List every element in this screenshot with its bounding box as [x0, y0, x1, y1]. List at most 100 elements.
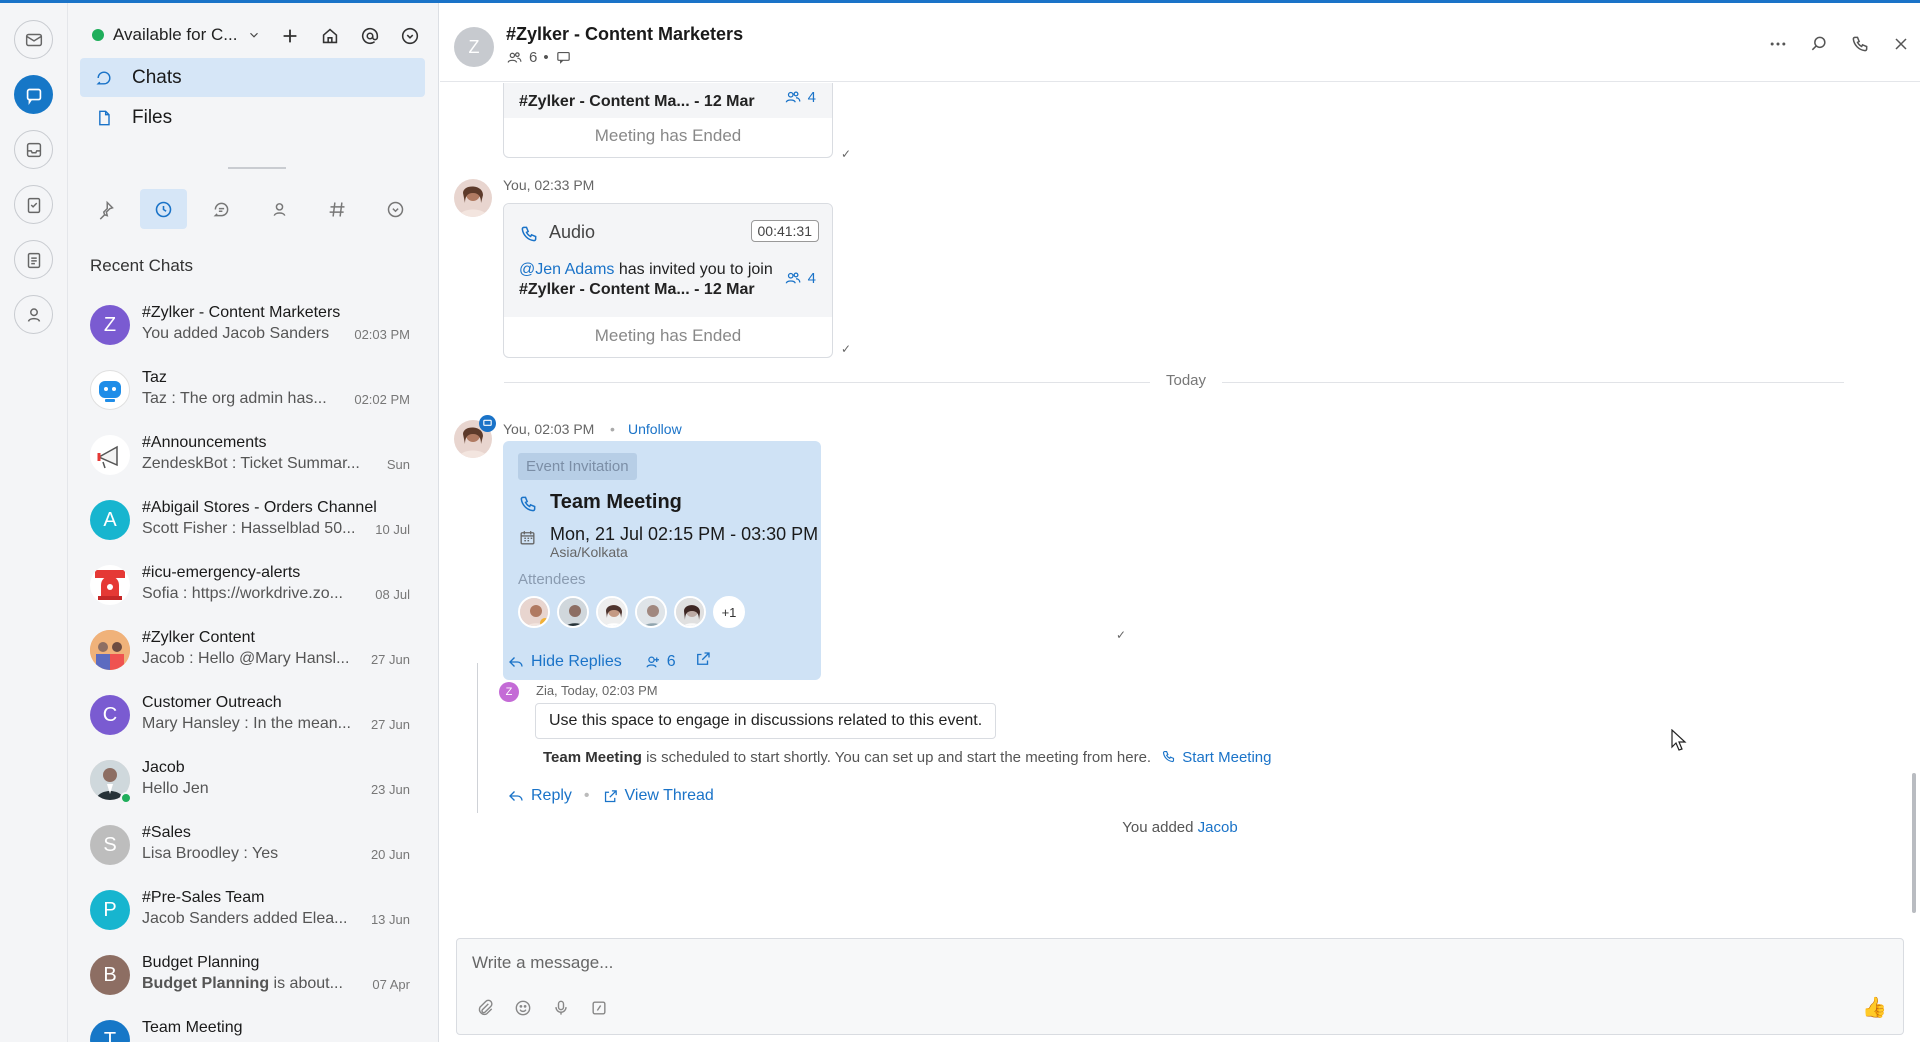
notes-icon[interactable]	[14, 240, 53, 279]
plus-icon[interactable]	[277, 23, 303, 49]
channel-avatar: Z	[454, 27, 494, 67]
formatting-icon[interactable]	[589, 998, 609, 1023]
thread-participants[interactable]: 6	[644, 653, 676, 671]
online-presence-dot	[120, 792, 132, 804]
nav-files[interactable]: Files	[80, 98, 425, 137]
recent-clock-icon[interactable]	[140, 189, 187, 229]
invite-text: has invited you to join	[614, 261, 773, 278]
reply-label: Reply	[531, 787, 572, 804]
chat-item[interactable]: #icu-emergency-alerts Sofia : https://wo…	[68, 553, 438, 618]
view-thread-label: View Thread	[624, 787, 714, 804]
open-external-icon[interactable]	[694, 650, 712, 673]
conversations-icon[interactable]	[198, 189, 245, 229]
attendee-avatar[interactable]	[518, 596, 550, 628]
message-input[interactable]: Write a message...	[472, 953, 613, 973]
threads-icon[interactable]	[555, 49, 572, 66]
microphone-icon[interactable]	[551, 998, 571, 1023]
chat-preview: You added Jacob Sanders	[142, 325, 330, 342]
close-icon[interactable]	[1890, 33, 1912, 55]
chat-time: 13 Jun	[370, 912, 410, 927]
chat-name: #Abigail Stores - Orders Channel	[142, 499, 377, 516]
participant-count[interactable]: 4	[784, 269, 816, 287]
system-text: You added	[1122, 819, 1198, 836]
resize-handle[interactable]	[228, 167, 286, 169]
contacts-icon[interactable]	[14, 295, 53, 334]
meeting-card[interactable]: #Zylker - Content Ma... - 12 Mar 4 Meeti…	[503, 83, 833, 158]
mentions-icon[interactable]	[357, 23, 383, 49]
delivered-check-icon: ✓	[841, 147, 852, 161]
phone-icon[interactable]	[1849, 33, 1871, 55]
chat-window: Z #Zylker - Content Marketers 6 • #Zylke…	[440, 3, 1920, 1042]
message-composer[interactable]: Write a message... 👍	[456, 938, 1904, 1035]
attendees-label: Attendees	[518, 571, 586, 588]
person-icon	[646, 655, 659, 668]
search-icon[interactable]	[1808, 33, 1830, 55]
hide-replies-button[interactable]: Hide Replies	[507, 653, 622, 671]
chat-item[interactable]: A #Abigail Stores - Orders Channel Scott…	[68, 488, 438, 553]
tasks-icon[interactable]	[14, 185, 53, 224]
participant-count[interactable]: 4	[784, 88, 816, 106]
channels-hash-icon[interactable]	[314, 189, 361, 229]
bot-avatar	[90, 370, 130, 410]
inbox-icon[interactable]	[14, 130, 53, 169]
chat-item[interactable]: #Zylker Content Jacob : Hello @Mary Hans…	[68, 618, 438, 683]
attendee-avatar[interactable]	[557, 596, 589, 628]
contacts-filter-icon[interactable]	[256, 189, 303, 229]
chat-item[interactable]: T Team Meeting	[68, 1008, 438, 1042]
mail-icon[interactable]	[14, 20, 53, 59]
chat-item[interactable]: Jacob Hello Jen 23 Jun	[68, 748, 438, 813]
chat-time: 07 Apr	[372, 977, 410, 992]
pin-icon[interactable]	[82, 189, 129, 229]
mouse-cursor-icon	[1671, 729, 1687, 751]
chat-item[interactable]: Z #Zylker - Content Marketers You added …	[68, 293, 438, 358]
chat-time: 20 Jun	[370, 847, 410, 862]
added-user-link[interactable]: Jacob	[1198, 819, 1238, 836]
members-icon[interactable]	[506, 49, 523, 66]
chat-icon[interactable]	[14, 75, 53, 114]
attendee-avatar[interactable]	[635, 596, 667, 628]
attachment-icon[interactable]	[475, 998, 495, 1023]
chat-item[interactable]: Taz Taz : The org admin has... 02:02 PM	[68, 358, 438, 423]
nav-chats[interactable]: Chats	[80, 58, 425, 97]
chat-item[interactable]: B Budget Planning Budget Planning is abo…	[68, 943, 438, 1008]
scrollbar-thumb[interactable]	[1912, 773, 1916, 913]
status-selector[interactable]: Available for C...	[92, 25, 261, 45]
reply-button[interactable]: Reply	[507, 787, 572, 805]
members-icon	[785, 272, 801, 284]
more-circle-icon[interactable]	[397, 23, 423, 49]
chat-preview: Lisa Broodley : Yes	[142, 845, 279, 862]
chat-time: 08 Jul	[375, 587, 410, 602]
chat-item[interactable]: S #Sales Lisa Broodley : Yes 20 Jun	[68, 813, 438, 878]
chat-name: #Announcements	[142, 434, 267, 451]
meta-separator: •	[610, 421, 615, 437]
avatar: S	[90, 825, 130, 865]
mention-link[interactable]: @Jen Adams	[519, 261, 614, 278]
avatar: B	[90, 955, 130, 995]
channel-title[interactable]: #Zylker - Content Marketers	[506, 24, 743, 45]
more-options-icon[interactable]	[1767, 33, 1789, 55]
chat-item[interactable]: C Customer Outreach Mary Hansley : In th…	[68, 683, 438, 748]
home-icon[interactable]	[317, 23, 343, 49]
event-invitation-card[interactable]: Event Invitation Team Meeting Mon, 21 Ju…	[503, 441, 821, 680]
more-filters-icon[interactable]	[372, 189, 419, 229]
chat-item[interactable]: P #Pre-Sales Team Jacob Sanders added El…	[68, 878, 438, 943]
attendee-avatar[interactable]	[596, 596, 628, 628]
chat-time: 23 Jun	[370, 782, 410, 797]
chat-name: Jacob	[142, 759, 185, 776]
more-attendees[interactable]: +1	[713, 596, 745, 628]
calendar-icon	[520, 531, 535, 545]
preview-rest: is about...	[269, 975, 343, 992]
avatar: T	[90, 1020, 130, 1042]
start-meeting-link[interactable]: Start Meeting	[1161, 749, 1271, 766]
unfollow-link[interactable]: Unfollow	[628, 421, 682, 437]
attendee-avatar[interactable]	[674, 596, 706, 628]
emoji-icon[interactable]	[513, 998, 533, 1023]
thumbs-up-icon[interactable]: 👍	[1862, 995, 1887, 1020]
schedule-notice: Team Meeting is scheduled to start short…	[543, 749, 1271, 766]
nav-chats-label: Chats	[132, 66, 182, 88]
audio-meeting-card[interactable]: Audio 00:41:31 @Jen Adams has invited yo…	[503, 203, 833, 358]
chat-item[interactable]: #Announcements ZendeskBot : Ticket Summa…	[68, 423, 438, 488]
phone-icon	[520, 496, 536, 512]
chat-time: Sun	[386, 457, 410, 472]
view-thread-button[interactable]: View Thread	[602, 787, 714, 805]
